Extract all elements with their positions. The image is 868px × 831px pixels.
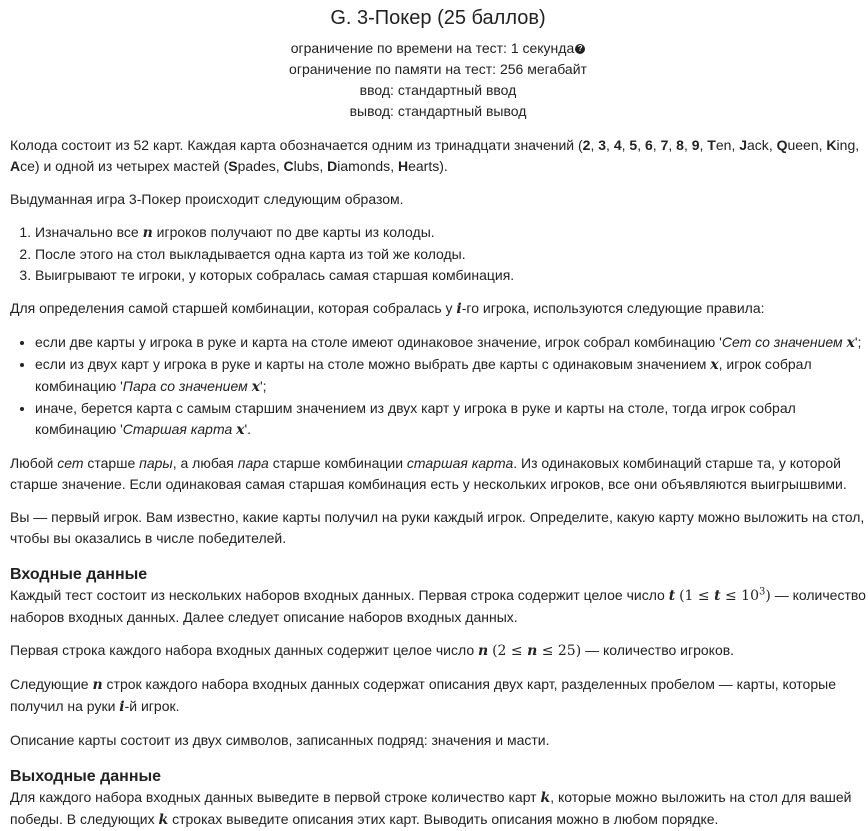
game-steps-list: Изначально все n игроков получают по две… bbox=[10, 222, 866, 286]
problem-header: G. 3-Покер (25 баллов) ограничение по вр… bbox=[10, 6, 866, 122]
time-limit: ограничение по времени на тест: 1 секунд… bbox=[10, 38, 866, 59]
list-item: иначе, берется карта с самым старшим зна… bbox=[35, 398, 866, 441]
input-spec: ввод: стандартный ввод bbox=[359, 82, 517, 98]
help-icon[interactable]: ? bbox=[575, 44, 586, 54]
list-item: Изначально все n игроков получают по две… bbox=[35, 222, 866, 244]
list-item: Выигрывают те игроки, у которых собралас… bbox=[35, 265, 866, 286]
rules-list: если две карты у игрока в руке и карта н… bbox=[10, 332, 866, 441]
statement-paragraph-game: Выдуманная игра 3-Покер происходит следу… bbox=[10, 191, 404, 207]
input-section-heading: Входные данные bbox=[10, 566, 148, 583]
statement-paragraph-ranking: Любой сет старше пары, а любая пара стар… bbox=[10, 455, 847, 492]
output-section-heading: Выходные данные bbox=[10, 768, 162, 785]
input-paragraph-card-format: Описание карты состоит из двух символов,… bbox=[10, 732, 550, 748]
problem-title: G. 3-Покер (25 баллов) bbox=[330, 7, 546, 29]
statement-paragraph-rules-intro: Для определения самой старшей комбинации… bbox=[10, 300, 765, 317]
output-spec: вывод: стандартный вывод bbox=[349, 103, 527, 119]
statement-paragraph-deck: Колода состоит из 52 карт. Каждая карта … bbox=[10, 137, 860, 174]
list-item: если две карты у игрока в руке и карта н… bbox=[35, 332, 866, 354]
list-item: если из двух карт у игрока в руке и карт… bbox=[35, 354, 866, 398]
input-paragraph-t: Каждый тест состоит из нескольких наборо… bbox=[10, 586, 866, 625]
output-paragraph: Для каждого набора входных данных выведи… bbox=[10, 789, 852, 828]
list-item: После этого на стол выкладывается одна к… bbox=[35, 244, 866, 265]
statement-paragraph-task: Вы — первый игрок. Вам известно, какие к… bbox=[10, 509, 865, 546]
input-paragraph-n: Первая строка каждого набора входных дан… bbox=[10, 642, 735, 659]
problem-page: G. 3-Покер (25 баллов) ограничение по вр… bbox=[0, 0, 868, 831]
input-paragraph-cards: Следующие n строк каждого набора входных… bbox=[10, 676, 836, 715]
memory-limit: ограничение по памяти на тест: 256 мегаб… bbox=[289, 61, 587, 77]
